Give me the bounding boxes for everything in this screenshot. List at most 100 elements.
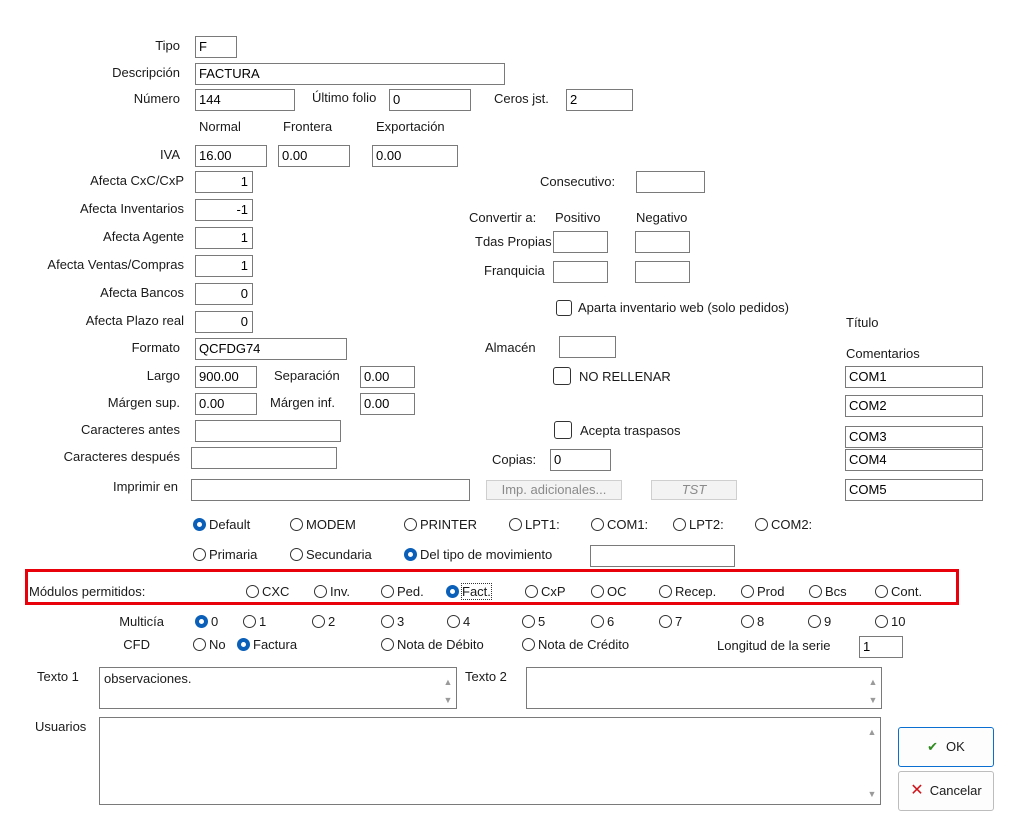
modulo-bcs[interactable]: Bcs <box>809 584 847 600</box>
largo-input[interactable]: 900.00 <box>195 366 257 388</box>
usuarios-textarea[interactable]: ▲ ▼ <box>99 717 881 805</box>
multicia-10[interactable]: 10 <box>875 614 905 630</box>
iva-exportacion-input[interactable]: 0.00 <box>372 145 458 167</box>
tdas-negativo-input[interactable] <box>635 231 690 253</box>
modulo-fact[interactable]: Fact. <box>446 583 492 600</box>
multicia-0[interactable]: 0 <box>195 614 218 630</box>
imprimir-input[interactable] <box>191 479 470 501</box>
multicia-5-circle <box>522 615 535 628</box>
comentario-3-input[interactable]: COM3 <box>845 426 983 448</box>
scroll-down-icon[interactable]: ▼ <box>867 692 879 708</box>
tst-button[interactable]: TST <box>651 480 737 500</box>
multicia-5[interactable]: 5 <box>522 614 545 630</box>
multicia-0-circle <box>195 615 208 628</box>
radio-primaria[interactable]: Primaria <box>193 547 257 563</box>
del-tipo-input[interactable] <box>590 545 735 567</box>
cfd-nota-debito[interactable]: Nota de Débito <box>381 637 484 653</box>
multicia-1[interactable]: 1 <box>243 614 266 630</box>
ultimo-folio-input[interactable]: 0 <box>389 89 471 111</box>
scroll-up-icon[interactable]: ▲ <box>866 724 878 740</box>
ceros-input[interactable]: 2 <box>566 89 633 111</box>
descripcion-input[interactable]: FACTURA <box>195 63 505 85</box>
iva-frontera-input[interactable]: 0.00 <box>278 145 350 167</box>
comentario-4-input[interactable]: COM4 <box>845 449 983 471</box>
acepta-checkbox[interactable] <box>554 421 572 439</box>
modulo-cont[interactable]: Cont. <box>875 584 922 600</box>
almacen-input[interactable] <box>559 336 616 358</box>
afecta-bancos-input[interactable]: 0 <box>195 283 253 305</box>
multicia-5-label: 5 <box>538 614 546 629</box>
cfd-factura[interactable]: Factura <box>237 637 297 653</box>
multicia-8[interactable]: 8 <box>741 614 764 630</box>
afecta-ventas-input[interactable]: 1 <box>195 255 253 277</box>
comentario-5-input[interactable]: COM5 <box>845 479 983 501</box>
multicia-4[interactable]: 4 <box>447 614 470 630</box>
multicia-3[interactable]: 3 <box>381 614 404 630</box>
radio-lpt2[interactable]: LPT2: <box>673 517 724 533</box>
radio-del-tipo[interactable]: Del tipo de movimiento <box>404 547 552 563</box>
modulo-cxp-circle <box>525 585 538 598</box>
scroll-down-icon[interactable]: ▼ <box>866 786 878 802</box>
comentario-2-input[interactable]: COM2 <box>845 395 983 417</box>
modulo-inv[interactable]: Inv. <box>314 584 350 600</box>
modulo-recep[interactable]: Recep. <box>659 584 716 600</box>
scroll-up-icon[interactable]: ▲ <box>442 674 454 690</box>
texto2-textarea[interactable]: ▲ ▼ <box>526 667 882 709</box>
afecta-cxc-input[interactable]: 1 <box>195 171 253 193</box>
copias-input[interactable]: 0 <box>550 449 611 471</box>
afecta-inventarios-input[interactable]: -1 <box>195 199 253 221</box>
aparta-checkbox[interactable] <box>556 300 572 316</box>
ok-button[interactable]: ✔ OK <box>898 727 994 767</box>
franquicia-negativo-input[interactable] <box>635 261 690 283</box>
cfd-nota-credito[interactable]: Nota de Crédito <box>522 637 629 653</box>
margen-inf-input[interactable]: 0.00 <box>360 393 415 415</box>
tdas-positivo-input[interactable] <box>553 231 608 253</box>
cfd-no[interactable]: No <box>193 637 226 653</box>
car-despues-input[interactable] <box>191 447 337 469</box>
cancelar-button[interactable]: ✕ Cancelar <box>898 771 994 811</box>
texto1-textarea[interactable]: observaciones. ▲ ▼ <box>99 667 457 709</box>
separacion-input[interactable]: 0.00 <box>360 366 415 388</box>
comentario-1-input[interactable]: COM1 <box>845 366 983 388</box>
multicia-2[interactable]: 2 <box>312 614 335 630</box>
consecutivo-input[interactable] <box>636 171 705 193</box>
radio-secundaria[interactable]: Secundaria <box>290 547 372 563</box>
modulo-cxp[interactable]: CxP <box>525 584 566 600</box>
car-antes-input[interactable] <box>195 420 341 442</box>
formato-input[interactable]: QCFDG74 <box>195 338 347 360</box>
imp-adicionales-button[interactable]: Imp. adicionales... <box>486 480 622 500</box>
modulo-cxc-label: CXC <box>262 584 290 599</box>
no-rellenar-checkbox[interactable] <box>553 367 571 385</box>
radio-lpt2-label: LPT2: <box>689 517 724 532</box>
afecta-agente-input[interactable]: 1 <box>195 227 253 249</box>
radio-modem[interactable]: MODEM <box>290 517 356 533</box>
multicia-6[interactable]: 6 <box>591 614 614 630</box>
radio-com2[interactable]: COM2: <box>755 517 812 533</box>
modulo-cont-circle <box>875 585 888 598</box>
multicia-9[interactable]: 9 <box>808 614 831 630</box>
modulo-cont-label: Cont. <box>891 584 923 599</box>
margen-sup-input[interactable]: 0.00 <box>195 393 257 415</box>
radio-default[interactable]: Default <box>193 517 250 533</box>
longitud-input[interactable]: 1 <box>859 636 903 658</box>
multicia-2-label: 2 <box>328 614 336 629</box>
scroll-down-icon[interactable]: ▼ <box>442 692 454 708</box>
modulo-ped[interactable]: Ped. <box>381 584 424 600</box>
numero-input[interactable]: 144 <box>195 89 295 111</box>
iva-normal-input[interactable]: 16.00 <box>195 145 267 167</box>
franquicia-positivo-input[interactable] <box>553 261 608 283</box>
modulo-oc[interactable]: OC <box>591 584 627 600</box>
multicia-3-circle <box>381 615 394 628</box>
multicia-8-label: 8 <box>757 614 765 629</box>
modulo-cxc[interactable]: CXC <box>246 584 289 600</box>
multicia-7[interactable]: 7 <box>659 614 682 630</box>
scroll-up-icon[interactable]: ▲ <box>867 674 879 690</box>
radio-lpt1[interactable]: LPT1: <box>509 517 560 533</box>
afecta-plazo-input[interactable]: 0 <box>195 311 253 333</box>
modulo-fact-circle <box>446 585 459 598</box>
modulo-prod[interactable]: Prod <box>741 584 784 600</box>
radio-com1[interactable]: COM1: <box>591 517 648 533</box>
radio-printer[interactable]: PRINTER <box>404 517 477 533</box>
tipo-input[interactable]: F <box>195 36 237 58</box>
multicia-0-label: 0 <box>211 614 219 629</box>
